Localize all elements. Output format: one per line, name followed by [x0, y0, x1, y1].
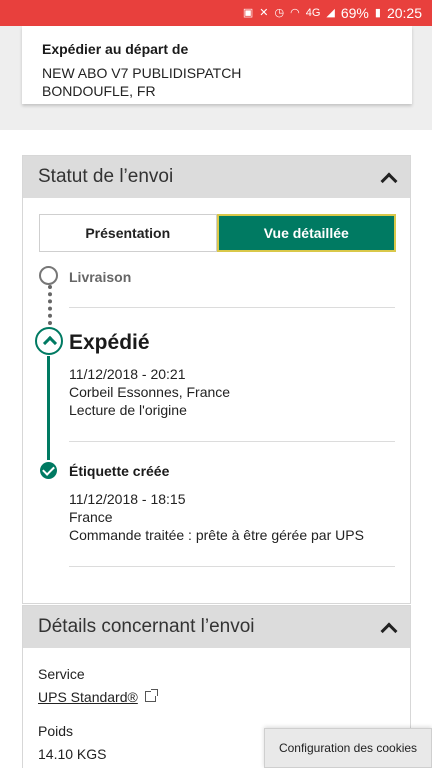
chevron-up-icon[interactable]	[381, 170, 395, 184]
checkmark-icon	[40, 462, 57, 479]
alarm-icon: ◷	[274, 6, 285, 19]
event-location: France	[69, 509, 113, 525]
event-description: Commande traitée : prête à être gérée pa…	[69, 527, 364, 543]
view-toggle: Présentation Vue détaillée	[39, 214, 396, 252]
mute-icon: ✕	[259, 6, 269, 19]
tab-detailed-view[interactable]: Vue détaillée	[216, 214, 396, 252]
event-title: Expédié	[69, 331, 150, 354]
network-type: 4G	[305, 6, 321, 19]
section-title: Détails concernant l’envoi	[38, 616, 255, 637]
ship-from-card: Expédier au départ de NEW ABO V7 PUBLIDI…	[22, 26, 412, 104]
event-datetime: 11/12/2018 - 20:21	[69, 366, 186, 382]
ship-from-company: NEW ABO V7 PUBLIDISPATCH	[42, 65, 242, 81]
event-title: Étiquette créée	[69, 463, 170, 479]
tab-presentation[interactable]: Présentation	[39, 214, 217, 252]
weight-value: 14.10 KGS	[38, 746, 107, 762]
ship-from-title: Expédier au départ de	[42, 41, 189, 57]
external-link-icon[interactable]	[144, 689, 158, 702]
android-status-bar: ▣ ✕ ◷ ◠ 4G ◢ 69% ▮ 20:25	[0, 0, 432, 26]
ship-from-city: BONDOUFLE, FR	[42, 83, 156, 99]
timeline-pending-icon	[39, 266, 58, 285]
cookie-settings-button[interactable]: Configuration des cookies	[264, 728, 432, 768]
timeline-event-shipped: Expédié 11/12/2018 - 20:21 Corbeil Esson…	[69, 331, 395, 419]
chevron-up-circle-icon	[35, 327, 63, 355]
timeline-progress-line	[47, 356, 50, 460]
battery-percent: 69%	[340, 5, 369, 21]
section-title: Statut de l’envoi	[38, 166, 174, 187]
service-link[interactable]: UPS Standard®	[38, 689, 158, 705]
service-label: Service	[38, 666, 85, 682]
weight-label: Poids	[38, 723, 74, 739]
divider	[69, 307, 395, 308]
timeline-event-delivery: Livraison	[69, 269, 395, 285]
service-value[interactable]: UPS Standard®	[38, 689, 138, 705]
event-description: Lecture de l'origine	[69, 402, 187, 418]
clock: 20:25	[386, 5, 422, 21]
notification-icon: ▣	[242, 6, 254, 19]
battery-icon: ▮	[374, 6, 381, 19]
event-title: Livraison	[69, 269, 132, 285]
timeline-event-label-created: Étiquette créée 11/12/2018 - 18:15 Franc…	[69, 463, 395, 544]
timeline-pending-line	[48, 285, 52, 325]
event-datetime: 11/12/2018 - 18:15	[69, 491, 186, 507]
divider	[69, 441, 395, 442]
chevron-up-icon[interactable]	[381, 620, 395, 634]
shipment-details-header[interactable]: Détails concernant l’envoi	[23, 606, 410, 648]
signal-icon: ◢	[326, 6, 335, 19]
wifi-icon: ◠	[290, 6, 300, 19]
shipment-status-section: Statut de l’envoi Présentation Vue détai…	[22, 155, 411, 604]
divider	[69, 566, 395, 567]
event-location: Corbeil Essonnes, France	[69, 384, 231, 400]
shipment-status-header[interactable]: Statut de l’envoi	[23, 156, 410, 198]
